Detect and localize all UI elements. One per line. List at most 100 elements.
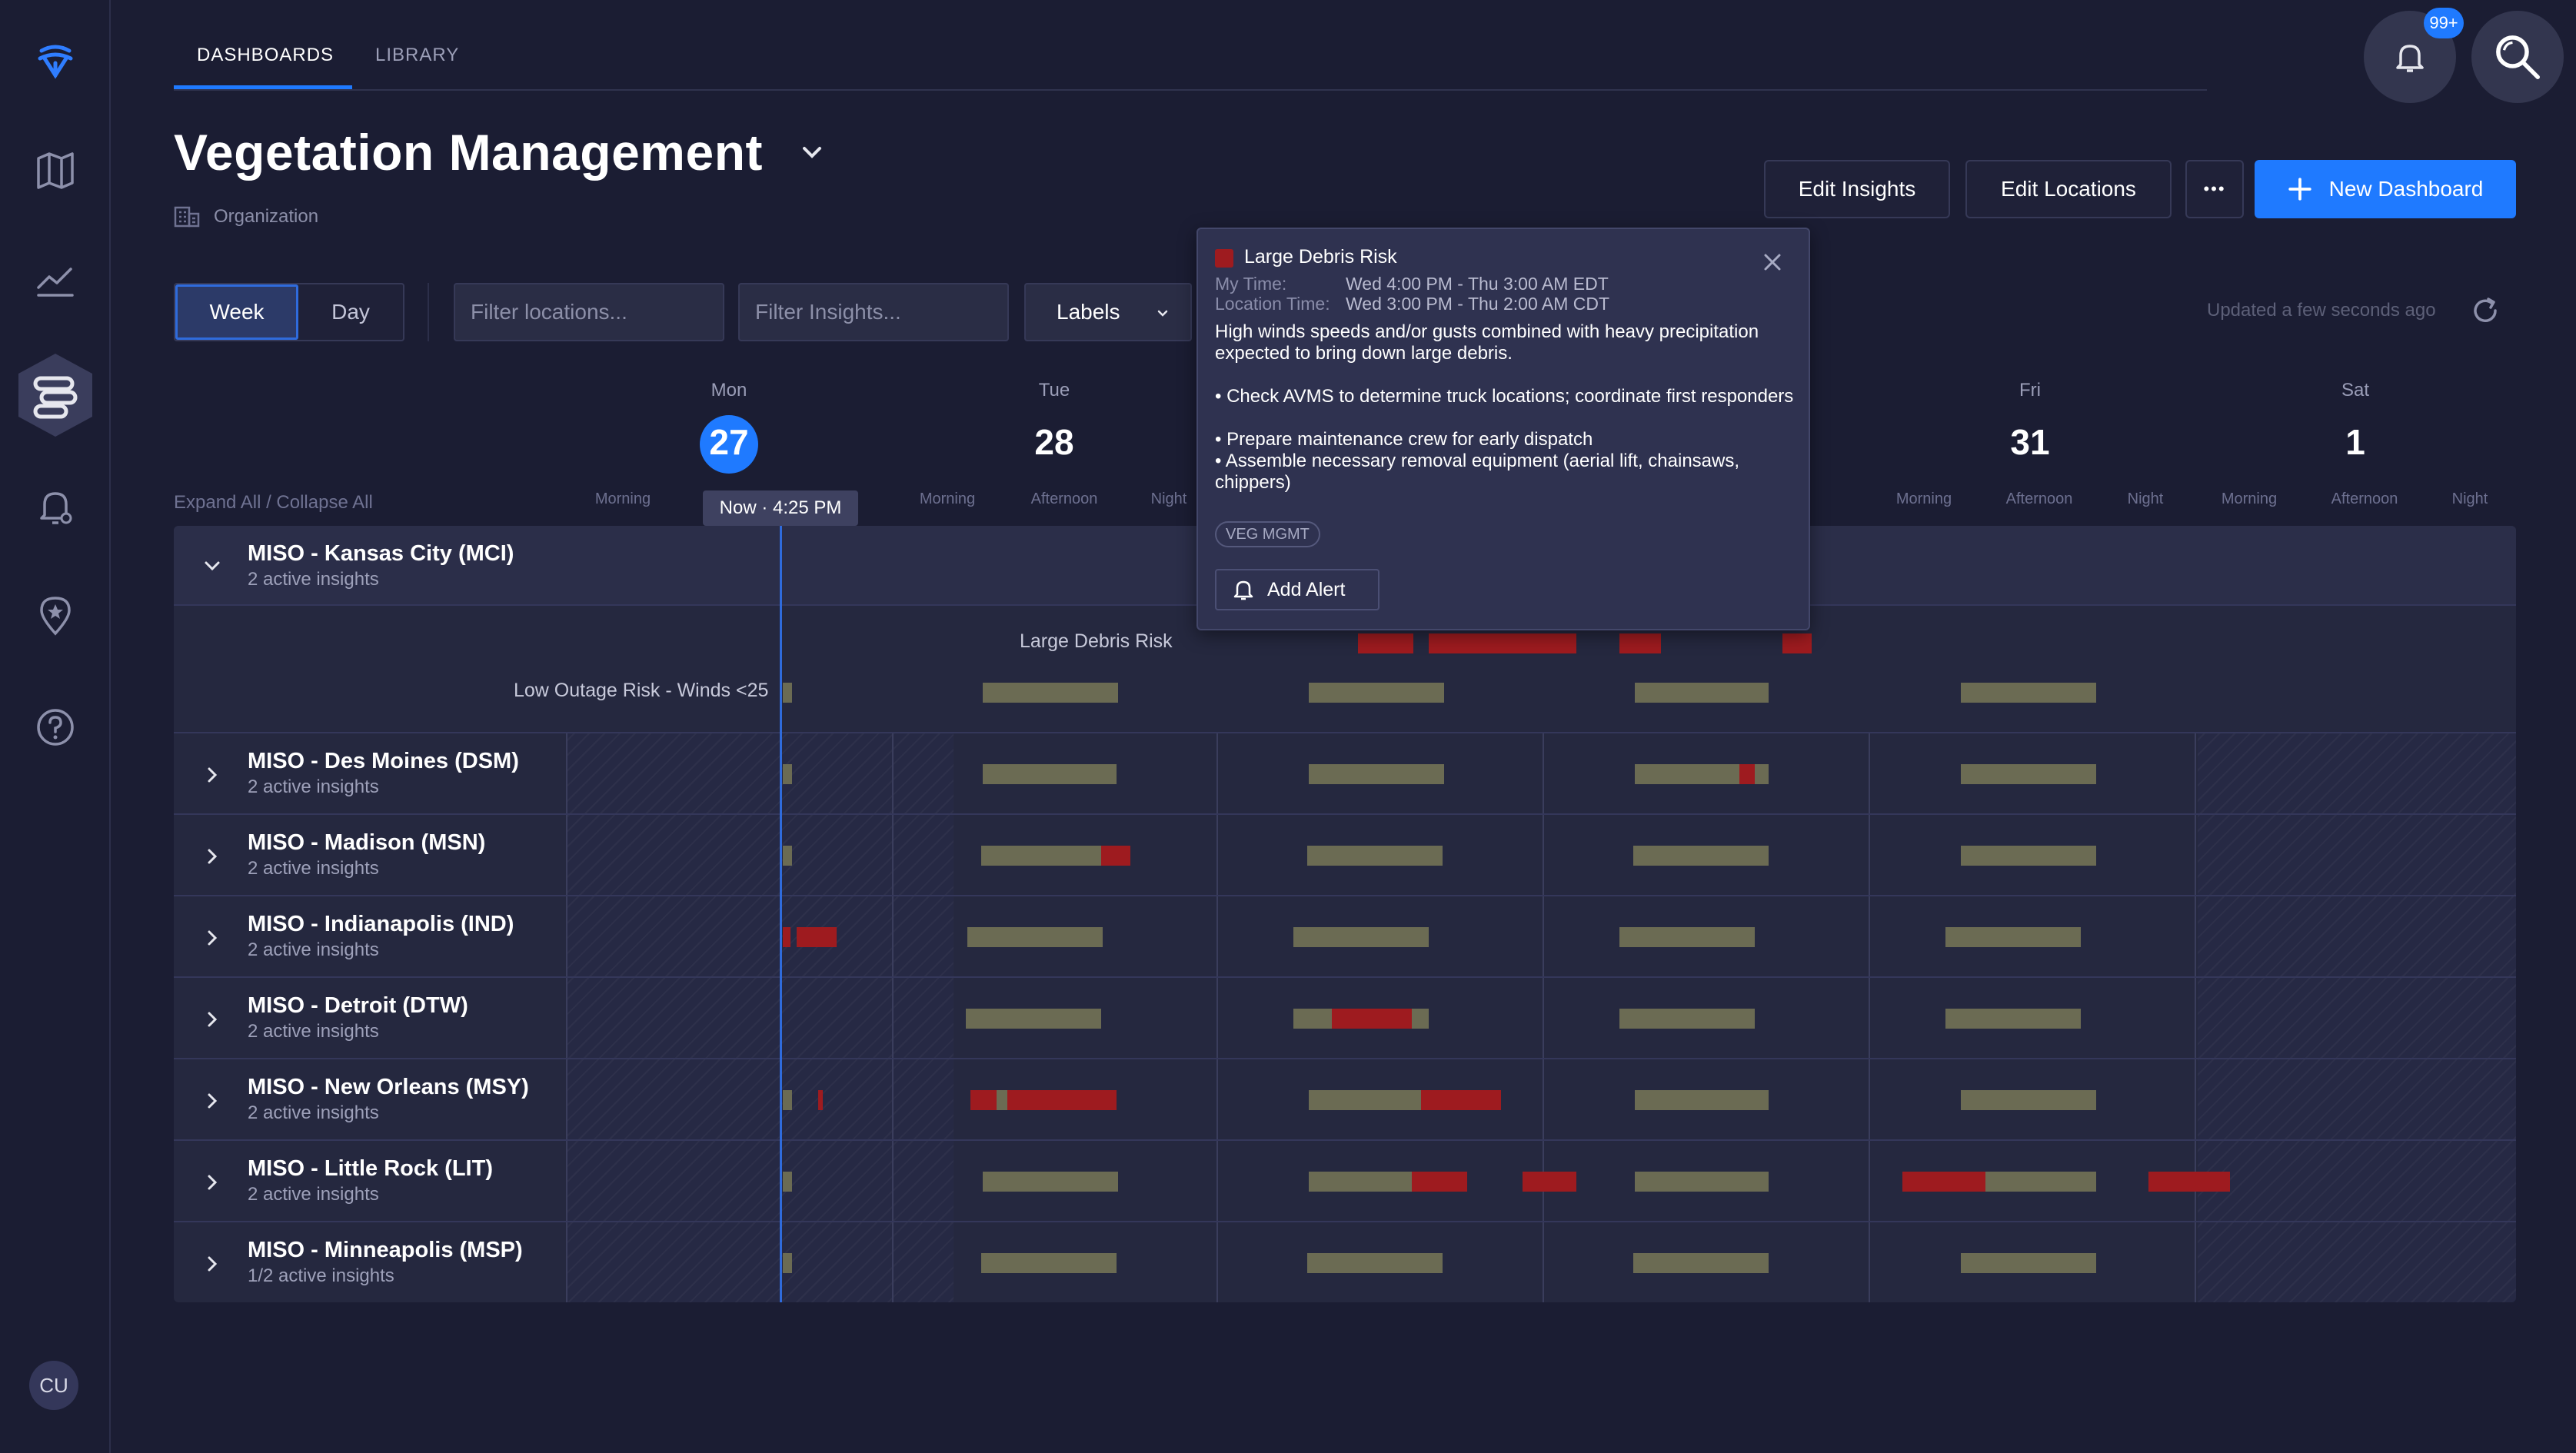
insight-bar[interactable] [983,1172,1118,1192]
insight-bar[interactable] [1421,1090,1501,1110]
labels-dropdown[interactable]: Labels [1024,283,1192,341]
add-alert-button[interactable]: Add Alert [1215,569,1380,610]
insight-bar[interactable] [1619,633,1661,653]
filter-locations-input[interactable]: Filter locations... [454,283,724,341]
insight-bar[interactable] [1961,764,2096,784]
insight-bar[interactable] [1633,846,1769,866]
help-icon[interactable] [28,700,83,755]
chevron-right-icon[interactable] [201,764,223,786]
close-icon[interactable] [1759,249,1786,275]
insight-bar[interactable] [1985,1172,2096,1192]
insight-bar[interactable] [1902,1172,1985,1192]
insight-bar[interactable] [1961,846,2096,866]
new-dashboard-button[interactable]: New Dashboard [2255,160,2516,218]
insight-bar[interactable] [1307,1253,1443,1273]
user-avatar[interactable]: CU [29,1361,78,1410]
filter-insights-input[interactable]: Filter Insights... [738,283,1009,341]
updated-status: Updated a few seconds ago [2207,300,2436,321]
app-logo-icon[interactable] [28,34,83,89]
insight-count: 2 active insights [248,776,379,797]
week-toggle[interactable]: Week [175,284,298,340]
insight-bar[interactable] [818,1090,823,1110]
insight-bar[interactable] [967,927,1103,947]
location-pin-icon[interactable] [28,587,83,643]
insight-bar[interactable] [1961,1090,2096,1110]
expand-collapse-all[interactable]: Expand All / Collapse All [174,492,373,514]
location-row[interactable]: MISO - New Orleans (MSY) 2 active insigh… [174,1059,2516,1141]
insight-bar[interactable] [983,764,1117,784]
insight-bar[interactable] [783,1172,792,1192]
insight-bar[interactable] [1307,846,1443,866]
insight-bar[interactable] [783,764,792,784]
insight-bar[interactable] [1619,927,1755,947]
insight-bar[interactable] [1358,633,1413,653]
refresh-icon[interactable] [2470,295,2501,326]
chevron-right-icon[interactable] [201,927,223,949]
insight-bar[interactable] [797,927,837,947]
timeline-grid: MISO - Kansas City (MCI) 2 active insigh… [174,526,2516,1302]
insight-bar[interactable] [1619,1009,1755,1029]
chevron-right-icon[interactable] [201,1253,223,1275]
insight-bar[interactable] [783,1253,792,1273]
insight-bar[interactable] [1332,1009,1412,1029]
insight-bar[interactable] [966,1009,1101,1029]
insight-bar[interactable] [1945,927,2081,947]
insight-bar[interactable] [981,846,1101,866]
location-row[interactable]: MISO - Minneapolis (MSP) 1/2 active insi… [174,1222,2516,1302]
insight-bar[interactable] [1635,1172,1769,1192]
insight-bar[interactable] [1635,683,1769,703]
insight-bar[interactable] [1523,1172,1576,1192]
location-row[interactable]: MISO - Detroit (DTW) 2 active insights [174,978,2516,1059]
insight-bar[interactable] [1429,633,1576,653]
insight-bar[interactable] [1945,1009,2081,1029]
insight-bar[interactable] [783,683,792,703]
map-icon[interactable] [28,143,83,198]
insight-count: 2 active insights [248,569,379,590]
edit-locations-button[interactable]: Edit Locations [1965,160,2172,218]
insight-count: 2 active insights [248,1102,379,1123]
dashboards-nav-icon[interactable] [15,352,95,438]
location-row[interactable]: MISO - Indianapolis (IND) 2 active insig… [174,896,2516,978]
insight-bar[interactable] [983,683,1118,703]
chevron-right-icon[interactable] [201,846,223,867]
insight-bar[interactable] [783,846,792,866]
insight-bar[interactable] [1961,1253,2096,1273]
view-toggle: Week Day [174,283,404,341]
tab-library[interactable]: LIBRARY [375,45,459,66]
insight-bar[interactable] [1309,1090,1421,1110]
chevron-right-icon[interactable] [201,1090,223,1112]
insight-bar[interactable] [1412,1172,1467,1192]
location-row[interactable]: MISO - Little Rock (LIT) 2 active insigh… [174,1141,2516,1222]
chevron-down-icon[interactable] [201,555,223,577]
alert-settings-icon[interactable] [28,480,83,535]
insight-bar[interactable] [1633,1253,1769,1273]
insight-bar[interactable] [1782,633,1812,653]
insight-bar[interactable] [1293,927,1429,947]
insight-bar[interactable] [970,1090,997,1110]
chevron-right-icon[interactable] [201,1009,223,1030]
insight-bar[interactable] [1739,764,1755,784]
insight-bar[interactable] [1007,1090,1117,1110]
chevron-right-icon[interactable] [201,1172,223,1193]
insight-bar[interactable] [783,1090,792,1110]
insight-bar[interactable] [2148,1172,2230,1192]
trend-chart-icon[interactable] [28,254,83,309]
more-options-button[interactable]: ••• [2185,160,2244,218]
tab-dashboards[interactable]: DASHBOARDS [197,45,334,66]
insight-bar[interactable] [1309,683,1444,703]
insight-bar[interactable] [783,927,790,947]
insight-bar[interactable] [981,1253,1117,1273]
insight-bar[interactable] [1961,683,2096,703]
search-button[interactable] [2471,11,2564,103]
day-toggle[interactable]: Day [298,284,403,340]
insight-count: 2 active insights [248,939,379,960]
location-row[interactable]: MISO - Des Moines (DSM) 2 active insight… [174,733,2516,815]
insight-bar[interactable] [1101,846,1130,866]
insight-bar[interactable] [1309,1172,1412,1192]
chevron-down-icon[interactable] [797,137,827,168]
insight-bar[interactable] [997,1090,1007,1110]
insight-bar[interactable] [1635,1090,1769,1110]
edit-insights-button[interactable]: Edit Insights [1764,160,1950,218]
insight-bar[interactable] [1309,764,1444,784]
location-row[interactable]: MISO - Madison (MSN) 2 active insights [174,815,2516,896]
